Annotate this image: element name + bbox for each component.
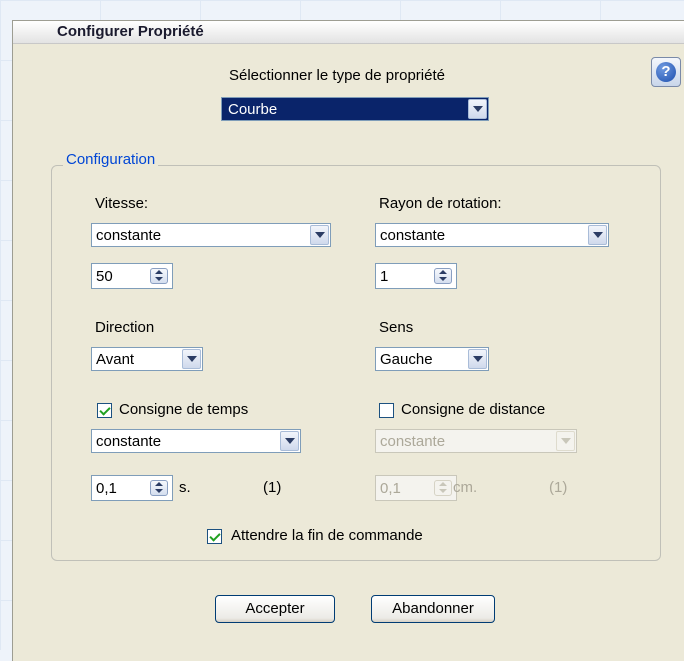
chevron-down-icon[interactable] <box>182 349 201 369</box>
consigne-temps-checkbox[interactable] <box>97 403 112 418</box>
attendre-label: Attendre la fin de commande <box>231 527 423 544</box>
consigne-distance-checkbox[interactable] <box>379 403 394 418</box>
configuration-group-title: Configuration <box>63 151 159 168</box>
help-icon: ? <box>656 62 676 82</box>
direction-value: Avant <box>96 351 135 368</box>
consigne-distance-unit: cm. <box>453 479 478 496</box>
consigne-distance-value: 0,1 <box>380 480 401 497</box>
chevron-down-icon[interactable] <box>468 349 487 369</box>
direction-select[interactable]: Avant <box>91 347 203 371</box>
consigne-temps-unit: s. <box>179 479 191 496</box>
vitesse-mode-value: constante <box>96 227 162 244</box>
property-type-select[interactable]: Courbe <box>221 97 489 121</box>
sens-select[interactable]: Gauche <box>375 347 489 371</box>
vitesse-label: Vitesse: <box>95 195 149 212</box>
accept-button[interactable]: Accepter <box>215 595 335 623</box>
consigne-distance-mode-value: constante <box>380 433 446 450</box>
dialog-title: Configurer Propriété <box>57 23 204 40</box>
attendre-checkbox[interactable] <box>207 529 222 544</box>
vitesse-mode-select[interactable]: constante <box>91 223 331 247</box>
chevron-down-icon[interactable] <box>556 431 575 451</box>
direction-label: Direction <box>95 319 155 336</box>
vitesse-value: 50 <box>96 268 113 285</box>
spin-arrows-icon[interactable] <box>150 268 168 284</box>
sens-label: Sens <box>379 319 414 336</box>
chevron-down-icon[interactable] <box>468 99 487 119</box>
type-select-label: Sélectionner le type de propriété <box>229 67 445 84</box>
spin-arrows-icon[interactable] <box>150 480 168 496</box>
configure-property-dialog: Configurer Propriété ? Sélectionner le t… <box>12 20 684 661</box>
consigne-temps-mode-value: constante <box>96 433 162 450</box>
consigne-temps-value: 0,1 <box>96 480 117 497</box>
chevron-down-icon[interactable] <box>588 225 607 245</box>
rayon-mode-select[interactable]: constante <box>375 223 609 247</box>
consigne-temps-note: (1) <box>263 479 282 496</box>
rayon-stepper[interactable]: 1 <box>375 263 457 289</box>
spin-arrows-icon[interactable] <box>434 268 452 284</box>
rayon-label: Rayon de rotation: <box>379 195 502 212</box>
rayon-value: 1 <box>380 268 389 285</box>
title-bar[interactable]: Configurer Propriété <box>13 21 684 44</box>
sens-value: Gauche <box>380 351 433 368</box>
consigne-temps-mode-select[interactable]: constante <box>91 429 301 453</box>
consigne-distance-stepper[interactable]: 0,1 <box>375 475 457 501</box>
rayon-mode-value: constante <box>380 227 446 244</box>
consigne-distance-mode-select[interactable]: constante <box>375 429 577 453</box>
property-type-value: Courbe <box>228 101 278 118</box>
consigne-distance-note: (1) <box>549 479 568 496</box>
vitesse-stepper[interactable]: 50 <box>91 263 173 289</box>
chevron-down-icon[interactable] <box>310 225 329 245</box>
spin-arrows-icon[interactable] <box>434 480 452 496</box>
chevron-down-icon[interactable] <box>280 431 299 451</box>
consigne-temps-stepper[interactable]: 0,1 <box>91 475 173 501</box>
consigne-temps-label: Consigne de temps <box>119 401 249 418</box>
help-button[interactable]: ? <box>651 57 681 87</box>
consigne-distance-label: Consigne de distance <box>401 401 546 418</box>
cancel-button[interactable]: Abandonner <box>371 595 495 623</box>
